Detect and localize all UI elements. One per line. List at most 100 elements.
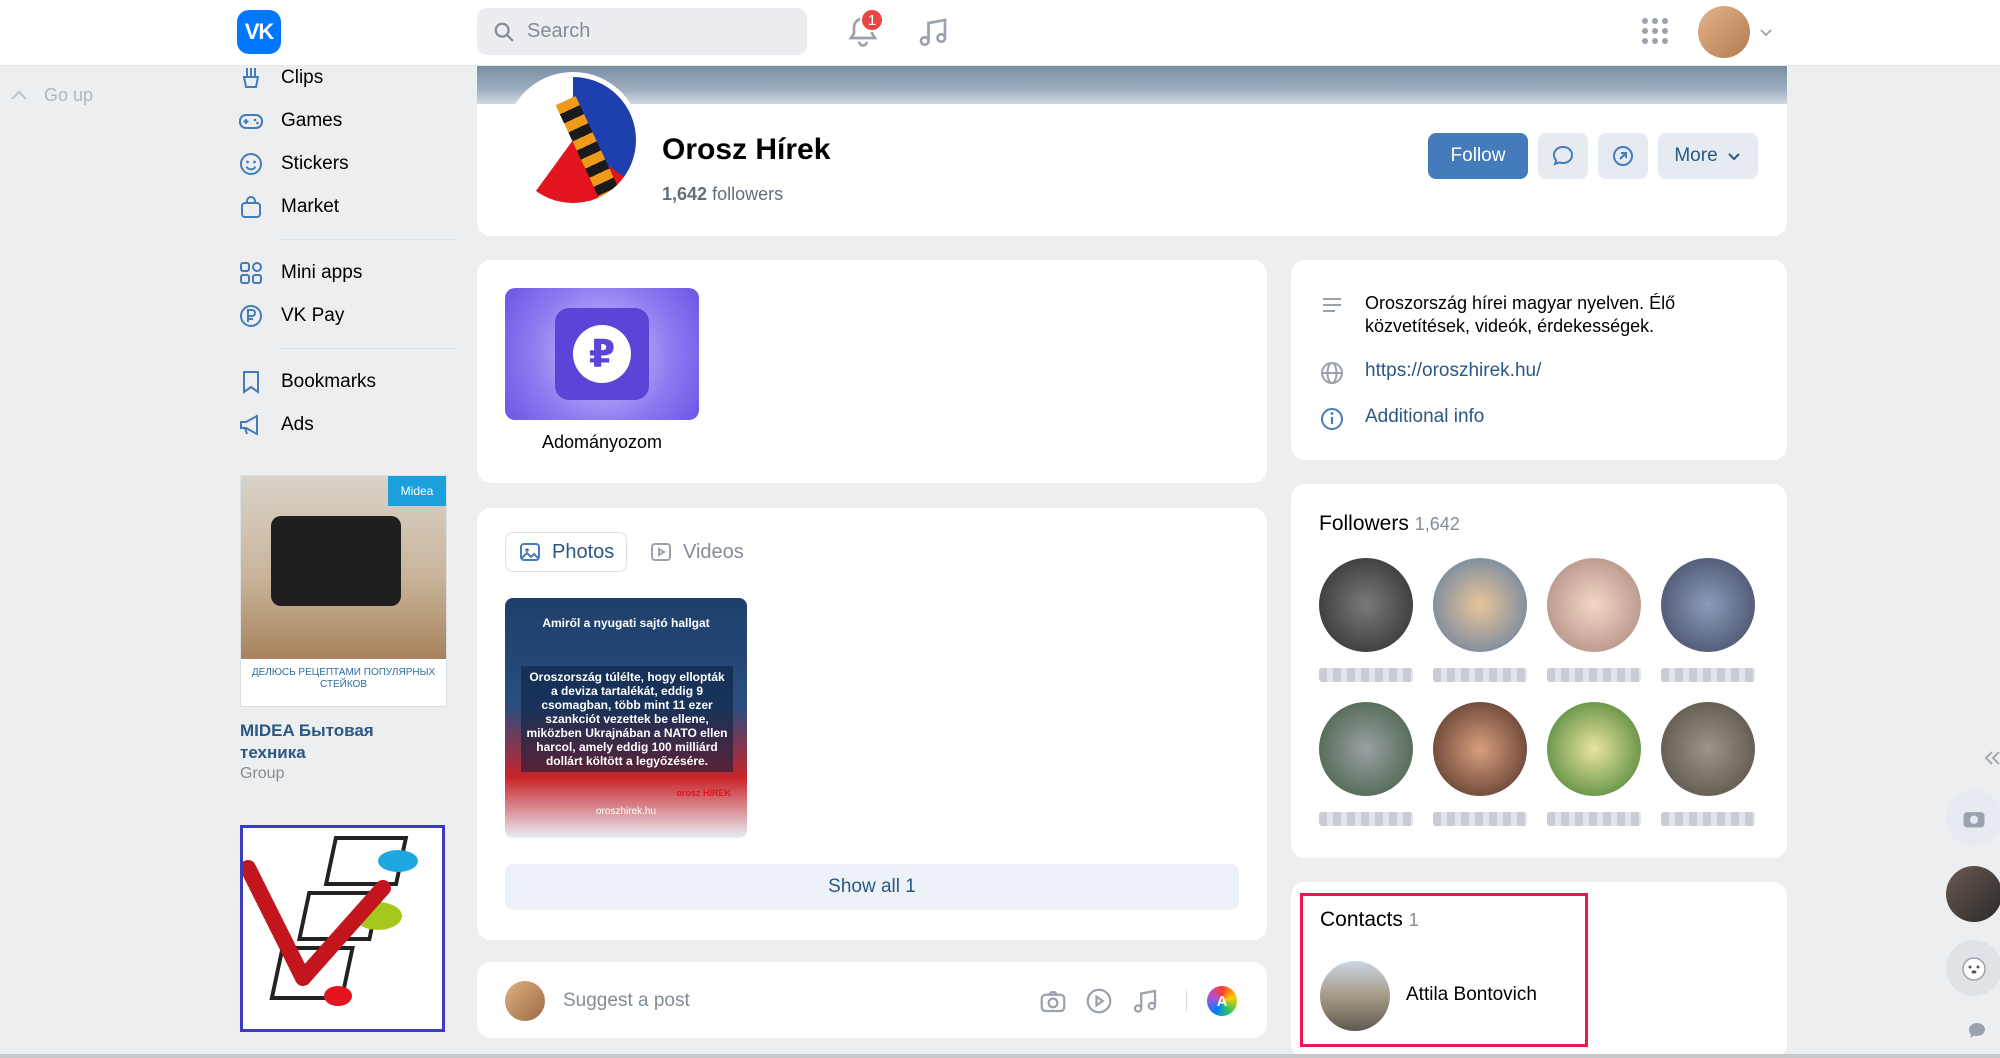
- float-chat-avatar[interactable]: [1946, 866, 2000, 922]
- text-lines-icon: [1323, 298, 1341, 312]
- follower-avatar[interactable]: [1319, 558, 1413, 652]
- show-all-button[interactable]: Show all 1: [505, 864, 1239, 910]
- sidebar-item-vk-pay[interactable]: VK Pay: [237, 294, 457, 337]
- sidebar-divider: [279, 348, 457, 349]
- play-circle-icon[interactable]: [1084, 986, 1114, 1016]
- about-description-row: Oroszország hírei magyar nyelven. Élő kö…: [1319, 292, 1785, 338]
- vk-logo[interactable]: VK: [237, 10, 281, 54]
- ad-caption: ДЕЛЮСЬ РЕЦЕПТАМИ ПОПУЛЯРНЫХ СТЕЙКОВ: [251, 667, 436, 690]
- follower-avatar[interactable]: [1547, 558, 1641, 652]
- follower-name-placeholder: [1319, 668, 1413, 682]
- follower-name-placeholder: [1661, 812, 1755, 826]
- tab-label: Photos: [552, 540, 615, 563]
- follower-avatar[interactable]: [1319, 702, 1413, 796]
- share-button[interactable]: [1598, 133, 1648, 179]
- ad-title[interactable]: MIDEA Бытовая техника: [240, 720, 440, 764]
- globe-icon: [1321, 362, 1343, 384]
- go-up-label: Go up: [44, 84, 94, 105]
- ai-assistant-icon[interactable]: A: [1207, 986, 1237, 1016]
- additional-info-link[interactable]: Additional info: [1365, 406, 1484, 428]
- sidebar-item-bookmarks[interactable]: Bookmarks: [237, 360, 457, 403]
- contact-name[interactable]: Attila Bontovich: [1406, 984, 1537, 1006]
- follower-name-placeholder: [1547, 668, 1641, 682]
- photo-thumbnail[interactable]: Amiről a nyugati sajtó hallgat Oroszorsz…: [505, 598, 747, 838]
- about-additional-row: Additional info: [1319, 406, 1484, 432]
- notification-badge: 1: [860, 8, 884, 32]
- sidebar-item-market[interactable]: Market: [237, 185, 457, 228]
- chat-bubble-icon[interactable]: [1966, 1020, 1988, 1042]
- avatar-flag-image: [510, 77, 636, 203]
- sidebar-item-ads[interactable]: Ads: [237, 403, 457, 446]
- follower-avatar[interactable]: [1661, 558, 1755, 652]
- followers-title-count: 1,642: [1414, 514, 1460, 534]
- camera-icon[interactable]: [1038, 986, 1068, 1016]
- photo-brand: orosz HÍREK: [676, 788, 731, 798]
- ad-subtitle: Group: [240, 765, 285, 782]
- search-box[interactable]: [477, 8, 807, 55]
- follower-avatar[interactable]: [1433, 558, 1527, 652]
- ruble-icon: [240, 304, 262, 327]
- user-avatar: [505, 981, 545, 1021]
- ad-grill-image: Midea: [241, 476, 446, 659]
- user-avatar[interactable]: [1698, 6, 1750, 58]
- follower-name-placeholder: [1661, 668, 1755, 682]
- more-button[interactable]: More: [1658, 133, 1758, 179]
- about-card: Oroszország hírei magyar nyelven. Élő kö…: [1291, 260, 1787, 460]
- follower-name-placeholder: [1319, 812, 1413, 826]
- sidebar-item-label: Clips: [281, 66, 324, 88]
- followers-summary[interactable]: 1,642 followers: [662, 184, 783, 205]
- donate-label[interactable]: Adományozom: [505, 432, 699, 453]
- double-chevron-left-icon[interactable]: [1984, 748, 2000, 768]
- group-avatar[interactable]: [505, 72, 641, 208]
- suggest-post-input[interactable]: Suggest a post: [563, 990, 690, 1012]
- music-icon[interactable]: [1130, 986, 1160, 1016]
- sidebar-item-label: Stickers: [281, 152, 349, 174]
- photo-body-text: Oroszország túlélte, hogy ellopták a dev…: [521, 666, 733, 772]
- follower-avatar[interactable]: [1661, 702, 1755, 796]
- donate-tile[interactable]: ₽: [505, 288, 699, 420]
- tab-photos[interactable]: Photos: [505, 532, 628, 572]
- dog-face-icon: [1962, 957, 1986, 981]
- suggest-post-card: Suggest a post A: [477, 962, 1267, 1038]
- followers-count: 1,642: [662, 184, 708, 204]
- sidebar-ad-2[interactable]: [240, 825, 445, 1032]
- share-arrow-icon: [1613, 146, 1633, 166]
- sidebar-item-clips[interactable]: Clips: [237, 56, 457, 99]
- chevron-down-icon[interactable]: [1758, 24, 1774, 40]
- apps-grid-icon[interactable]: [1640, 16, 1670, 46]
- image-icon: [520, 543, 540, 561]
- ruble-icon: ₽: [573, 325, 631, 383]
- donate-card: ₽ Adományozom: [477, 260, 1267, 483]
- music-icon[interactable]: [915, 14, 951, 50]
- clips-icon: [242, 67, 260, 88]
- sidebar-item-mini-apps[interactable]: Mini apps: [237, 251, 457, 294]
- followers-title[interactable]: Followers 1,642: [1319, 512, 1460, 536]
- tab-videos[interactable]: Videos: [637, 532, 756, 572]
- follower-avatar[interactable]: [1433, 702, 1527, 796]
- contact-avatar[interactable]: [1320, 961, 1390, 1031]
- sidebar-item-stickers[interactable]: Stickers: [237, 142, 457, 185]
- follow-button[interactable]: Follow: [1428, 133, 1528, 179]
- info-icon: [1321, 408, 1343, 430]
- website-link[interactable]: https://oroszhirek.hu/: [1365, 360, 1541, 382]
- message-button[interactable]: [1538, 133, 1588, 179]
- float-bot-avatar[interactable]: [1946, 940, 2000, 996]
- sidebar-item-label: VK Pay: [281, 304, 345, 326]
- sidebar-item-label: Ads: [281, 413, 314, 435]
- grid-icon: [240, 261, 262, 284]
- sidebar-item-games[interactable]: Games: [237, 99, 457, 142]
- contacts-title[interactable]: Contacts 1: [1320, 908, 1419, 932]
- camera-icon: [1963, 812, 1985, 828]
- followers-label: followers: [712, 184, 784, 204]
- float-camera-button[interactable]: [1946, 790, 2000, 846]
- bag-icon: [241, 195, 261, 218]
- follower-name-placeholder: [1433, 812, 1527, 826]
- sidebar-ad-image[interactable]: Midea ДЕЛЮСЬ РЕЦЕПТАМИ ПОПУЛЯРНЫХ СТЕЙКО…: [240, 475, 447, 707]
- video-icon: [651, 543, 671, 561]
- go-up-button[interactable]: Go up: [8, 84, 93, 106]
- follower-name-placeholder: [1433, 668, 1527, 682]
- search-input[interactable]: [527, 20, 787, 43]
- sidebar-divider: [279, 239, 457, 240]
- group-name: Orosz Hírek: [662, 133, 831, 166]
- follower-avatar[interactable]: [1547, 702, 1641, 796]
